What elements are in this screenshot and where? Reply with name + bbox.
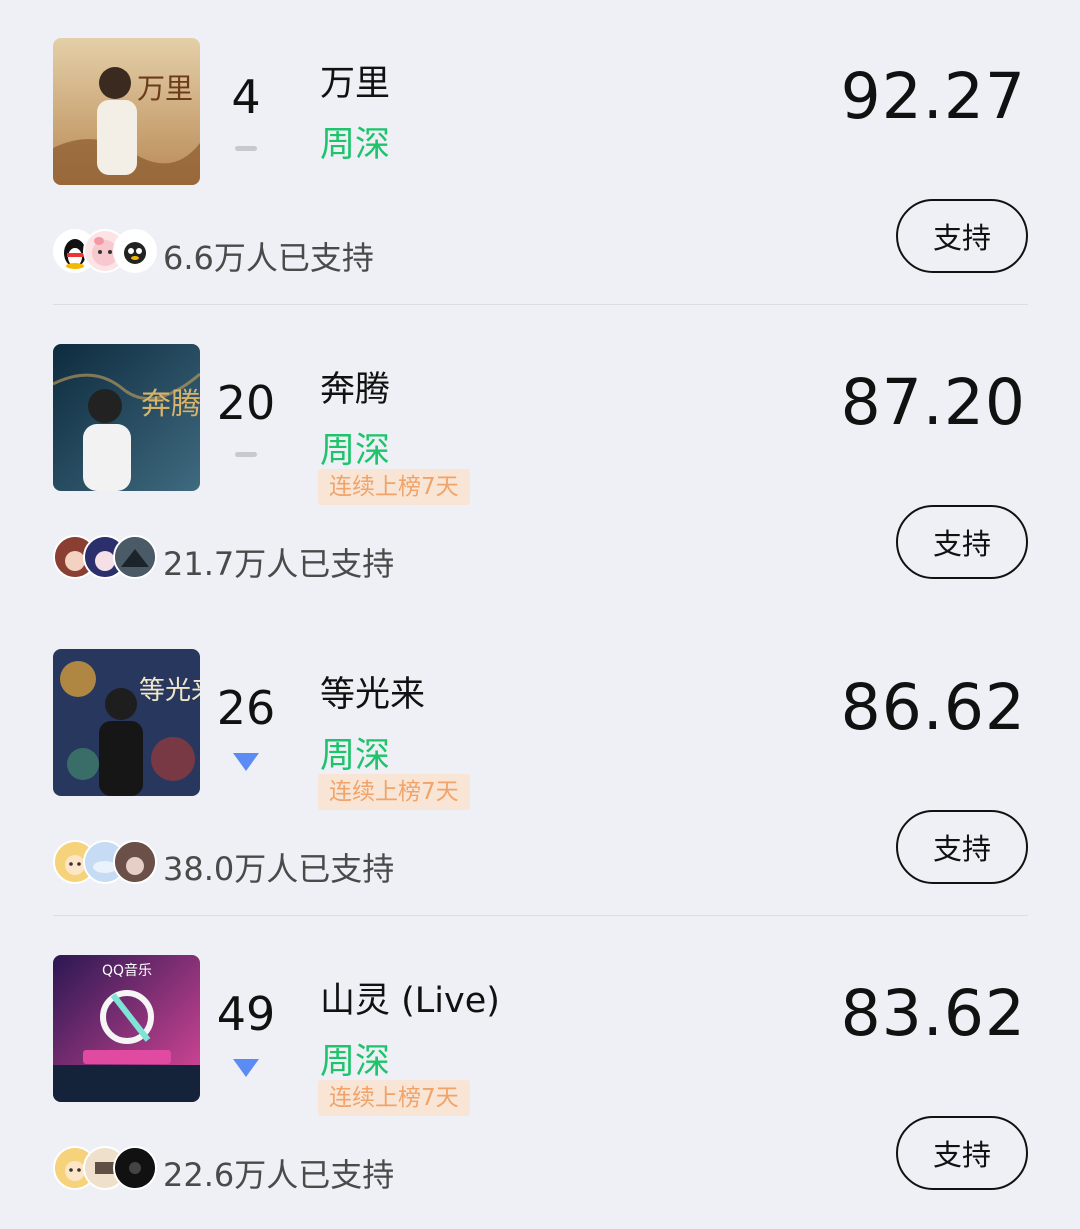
avatar [113, 840, 157, 884]
album-cover[interactable]: QQ音乐 [53, 955, 200, 1102]
chart-entry[interactable]: QQ音乐 49 山灵 (Live) 周深 连续上榜7天 83.62 22.6万人… [0, 917, 1080, 1223]
song-title[interactable]: 山灵 (Live) [320, 972, 500, 1023]
artist-name[interactable]: 周深 [320, 422, 390, 473]
album-cover[interactable]: 万里 [53, 38, 200, 185]
avatar [113, 1146, 157, 1190]
artist-name[interactable]: 周深 [320, 727, 390, 778]
support-button[interactable]: 支持 [896, 505, 1028, 579]
trend-down-icon [233, 753, 259, 771]
support-count: 6.6万人已支持 [163, 239, 374, 277]
score: 86.62 [840, 671, 1026, 744]
avatar [113, 535, 157, 579]
rank-number: 49 [216, 987, 276, 1041]
chart-entry[interactable]: 等光来 26 等光来 周深 连续上榜7天 86.62 38.0万人已支持 支持 [0, 611, 1080, 917]
support-button[interactable]: 支持 [896, 199, 1028, 273]
divider [53, 915, 1028, 916]
artist-name[interactable]: 周深 [320, 116, 390, 167]
divider [53, 304, 1028, 305]
support-button[interactable]: 支持 [896, 1116, 1028, 1190]
album-cover[interactable]: 奔腾 [53, 344, 200, 491]
streak-badge: 连续上榜7天 [318, 469, 470, 505]
trend-flat-icon [235, 452, 257, 457]
cover-title-text: 奔腾 [141, 387, 200, 422]
support-count: 22.6万人已支持 [163, 1156, 395, 1194]
support-count: 21.7万人已支持 [163, 545, 395, 583]
support-count: 38.0万人已支持 [163, 850, 395, 888]
supporter-avatars [53, 229, 163, 273]
supporter-avatars [53, 535, 163, 579]
supporter-avatars [53, 840, 163, 884]
supporter-avatars [53, 1146, 163, 1190]
support-button[interactable]: 支持 [896, 810, 1028, 884]
trend-down-icon [233, 1059, 259, 1077]
score: 92.27 [840, 60, 1026, 133]
song-title[interactable]: 万里 [320, 55, 390, 106]
streak-badge: 连续上榜7天 [318, 774, 470, 810]
chart-entry[interactable]: 奔腾 20 奔腾 周深 连续上榜7天 87.20 21.7万人已支持 支持 [0, 306, 1080, 612]
rank-number: 4 [231, 70, 261, 124]
trend-flat-icon [235, 146, 257, 151]
rank-number: 26 [216, 681, 276, 735]
rank-number: 20 [216, 376, 276, 430]
song-title[interactable]: 奔腾 [320, 361, 390, 412]
cover-title-text: 万里 [137, 72, 193, 105]
avatar [113, 229, 157, 273]
score: 83.62 [840, 977, 1026, 1050]
song-title[interactable]: 等光来 [320, 666, 425, 717]
score: 87.20 [840, 366, 1026, 439]
album-cover[interactable]: 等光来 [53, 649, 200, 796]
artist-name[interactable]: 周深 [320, 1033, 390, 1084]
streak-badge: 连续上榜7天 [318, 1080, 470, 1116]
cover-title-text: QQ音乐 [102, 962, 152, 979]
cover-title-text: 等光来 [139, 676, 200, 706]
chart-entry[interactable]: 万里 4 万里 周深 92.27 6.6万人已支持 支持 [0, 0, 1080, 306]
